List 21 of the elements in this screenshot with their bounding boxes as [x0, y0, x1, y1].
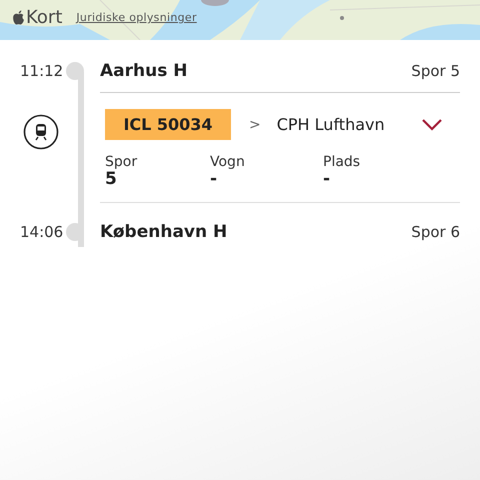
stop-dot: [66, 62, 84, 80]
station-name: København H: [100, 222, 228, 242]
legal-link[interactable]: Juridiske oplysninger: [76, 11, 197, 24]
destination: CPH Lufthavn: [276, 115, 386, 134]
track-label: Spor 5: [411, 62, 460, 80]
separator-chevron: >: [249, 116, 261, 132]
apple-icon: [12, 10, 25, 25]
train-number-badge: ICL 50034: [105, 109, 231, 140]
map-brand: Kort: [26, 7, 62, 28]
station-name: Aarhus H: [100, 61, 188, 81]
detail-value: -: [210, 170, 218, 188]
detail-label: Plads: [323, 154, 360, 170]
detail-label: Spor: [105, 154, 138, 170]
chevron-icon: [421, 118, 443, 132]
track-label: Spor 6: [411, 223, 460, 241]
detail-label: Vogn: [210, 154, 246, 170]
departure-time: 11:12: [20, 62, 64, 80]
arrival-time: 14:06: [20, 223, 64, 241]
detail-value: 5: [105, 170, 118, 188]
train-icon: [23, 114, 59, 150]
detail-value: -: [323, 170, 332, 188]
